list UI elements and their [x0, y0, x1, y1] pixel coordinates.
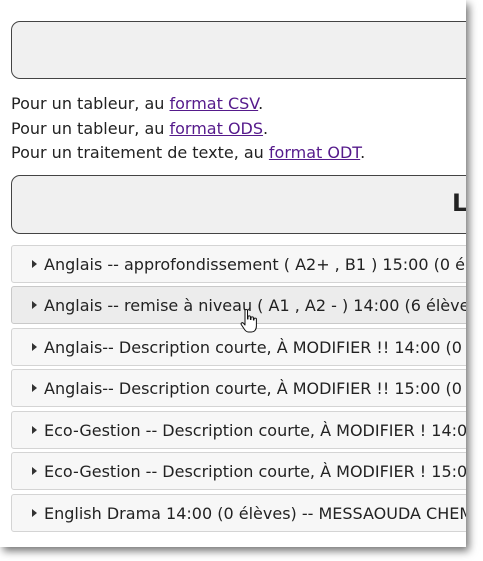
expand-triangle-icon: [32, 509, 37, 517]
expand-triangle-icon: [32, 467, 37, 475]
course-row[interactable]: English Drama 14:00 (0 élèves) -- MESSAO…: [11, 494, 466, 532]
course-label: Anglais-- Description courte, À MODIFIER…: [44, 379, 466, 398]
header-box: [11, 21, 466, 79]
export-line-odt: Pour un traitement de texte, au format O…: [11, 143, 366, 162]
expand-triangle-icon: [32, 426, 37, 434]
export-line-ods: Pour un tableur, au format ODS.: [11, 118, 269, 138]
course-label: Anglais -- approfondissement ( A2+ , B1 …: [44, 255, 466, 274]
section-heading-box: L: [11, 175, 466, 234]
format-ods-link[interactable]: format ODS: [169, 119, 263, 138]
course-label: Eco-Gestion -- Description courte, À MOD…: [44, 462, 466, 481]
hand-pointer-icon: [240, 309, 257, 333]
section-heading: L: [452, 189, 466, 217]
expand-triangle-icon: [32, 301, 37, 309]
course-label: Eco-Gestion -- Description courte, À MOD…: [44, 421, 466, 440]
format-csv-link[interactable]: format CSV: [169, 94, 258, 113]
expand-triangle-icon: [32, 343, 37, 351]
course-label: English Drama 14:00 (0 élèves) -- MESSAO…: [44, 504, 466, 523]
course-row[interactable]: Anglais -- approfondissement ( A2+ , B1 …: [11, 245, 466, 283]
course-row[interactable]: Eco-Gestion -- Description courte, À MOD…: [11, 452, 466, 490]
export-line-csv: Pour un tableur, au format CSV.: [11, 94, 264, 113]
format-odt-link[interactable]: format ODT: [269, 143, 360, 162]
course-label: Anglais-- Description courte, À MODIFIER…: [44, 338, 466, 357]
course-row[interactable]: Eco-Gestion -- Description courte, À MOD…: [11, 411, 466, 449]
export-links: Pour un tableur, au format CSV. Pour un …: [11, 92, 466, 166]
page: Pour un tableur, au format CSV. Pour un …: [0, 0, 466, 547]
expand-triangle-icon: [32, 384, 37, 392]
course-row[interactable]: Anglais-- Description courte, À MODIFIER…: [11, 369, 466, 407]
expand-triangle-icon: [32, 260, 37, 268]
